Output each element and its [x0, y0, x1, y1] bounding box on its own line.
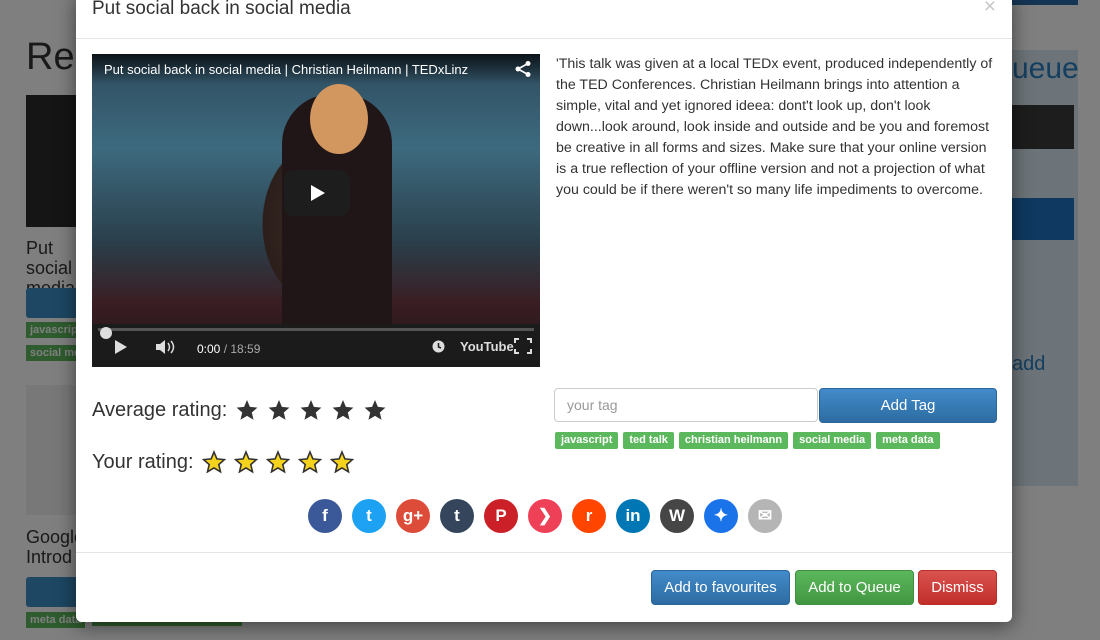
empty-star-icon[interactable] — [265, 450, 290, 474]
volume-icon[interactable] — [156, 340, 178, 354]
tag-label[interactable]: javascript — [555, 432, 619, 449]
video-title[interactable]: Put social back in social media | Christ… — [104, 62, 468, 77]
youtube-logo[interactable]: YouTube — [460, 339, 514, 354]
modal-footer-divider — [76, 552, 1012, 553]
wordpress-icon[interactable]: W — [660, 499, 694, 533]
video-player[interactable]: Put social back in social media | Christ… — [92, 54, 540, 367]
dismiss-button[interactable]: Dismiss — [918, 570, 997, 605]
pocket-icon[interactable]: ❯ — [528, 499, 562, 533]
tag-label[interactable]: meta data — [876, 432, 940, 449]
filled-star-icon — [268, 400, 290, 420]
your-rating-stars — [201, 450, 362, 474]
reddit-icon[interactable]: r — [572, 499, 606, 533]
filled-star-icon — [332, 400, 354, 420]
facebook-icon[interactable]: f — [308, 499, 342, 533]
add-to-queue-button[interactable]: Add to Queue — [795, 570, 914, 605]
video-controls: 0:00 / 18:59 YouTube — [92, 324, 540, 367]
progress-bar[interactable] — [98, 327, 534, 339]
time-display: 0:00 / 18:59 — [197, 342, 260, 356]
video-description: 'This talk was given at a local TEDx eve… — [556, 56, 993, 198]
progress-scrubber[interactable] — [100, 327, 112, 339]
empty-star-icon[interactable] — [297, 450, 322, 474]
play-icon[interactable] — [114, 340, 128, 354]
email-icon[interactable]: ✉ — [748, 499, 782, 533]
tag-label[interactable]: ted talk — [623, 432, 674, 449]
modal-title: Put social back in social media — [92, 0, 351, 19]
pinboard-icon[interactable]: ✦ — [704, 499, 738, 533]
close-icon[interactable]: × — [984, 0, 996, 19]
share-icon[interactable] — [514, 60, 532, 78]
filled-star-icon — [236, 400, 258, 420]
tag-list: javascript ted talk christian heilmann soci… — [555, 432, 940, 449]
google-plus-icon[interactable]: g+ — [396, 499, 430, 533]
modal-header: Put social back in social media × — [76, 0, 1012, 39]
fullscreen-icon[interactable] — [514, 338, 532, 354]
average-rating: Average rating: — [92, 398, 395, 422]
linkedin-icon[interactable]: in — [616, 499, 650, 533]
tag-label[interactable]: social media — [793, 432, 872, 449]
empty-star-icon[interactable] — [233, 450, 258, 474]
add-tag-button[interactable]: Add Tag — [819, 388, 997, 423]
watch-later-icon[interactable] — [432, 340, 445, 353]
play-button[interactable] — [284, 170, 350, 216]
pinterest-icon[interactable]: P — [484, 499, 518, 533]
average-rating-label: Average rating: — [92, 398, 228, 421]
tag-input[interactable] — [554, 388, 818, 422]
speaker-head — [310, 84, 368, 154]
time-duration: / 18:59 — [220, 342, 261, 356]
filled-star-icon — [300, 400, 322, 420]
tumblr-icon[interactable]: t — [440, 499, 474, 533]
filled-star-icon — [364, 400, 386, 420]
empty-star-icon[interactable] — [329, 450, 354, 474]
your-rating: Your rating: — [92, 450, 362, 474]
video-modal: Put social back in social media × Put so… — [76, 0, 1012, 622]
add-to-favourites-button[interactable]: Add to favourites — [651, 570, 790, 605]
average-rating-stars — [235, 398, 395, 422]
twitter-icon[interactable]: t — [352, 499, 386, 533]
tag-label[interactable]: christian heilmann — [678, 432, 789, 449]
your-rating-label: Your rating: — [92, 450, 194, 473]
empty-star-icon[interactable] — [201, 450, 226, 474]
social-share-bar: f t g+ t P ❯ r in W ✦ ✉ — [308, 499, 782, 533]
time-current: 0:00 — [197, 342, 221, 356]
